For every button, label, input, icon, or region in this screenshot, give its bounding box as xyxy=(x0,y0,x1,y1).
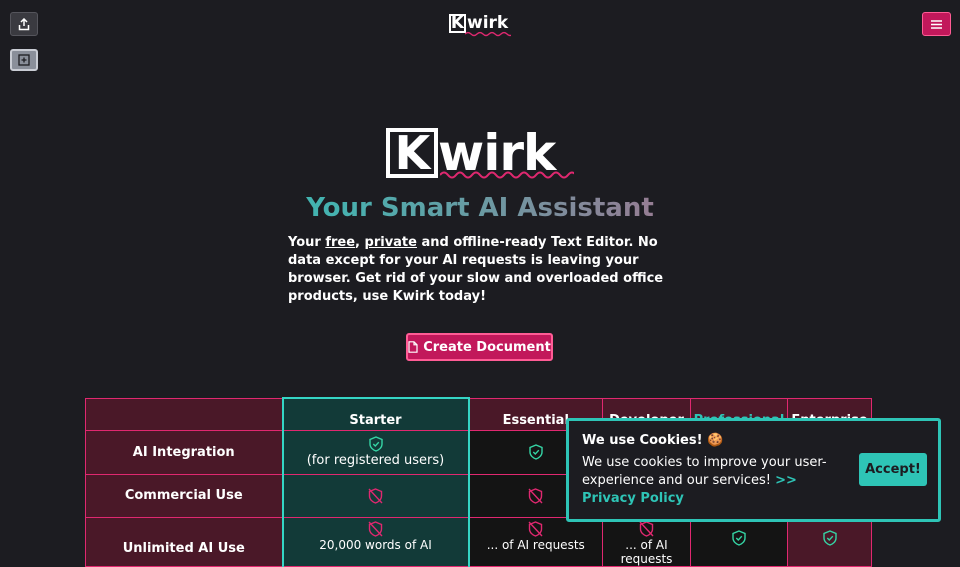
desc-text: Your xyxy=(288,235,326,250)
share-icon xyxy=(18,17,30,30)
add-panel-button[interactable] xyxy=(10,49,38,71)
starter-note: (for registered users) xyxy=(306,453,445,468)
shield-check-icon xyxy=(732,529,746,546)
shield-check-icon xyxy=(529,444,543,460)
row-label-ai-integration: AI Integration xyxy=(85,429,283,475)
create-document-button[interactable]: Create Document xyxy=(406,333,553,361)
developer-limit-note: ... of AI requests xyxy=(620,537,673,566)
accept-cookies-button[interactable]: Accept! xyxy=(859,453,927,486)
desc-text: , xyxy=(355,235,365,250)
header-logo[interactable]: K wirk xyxy=(449,12,511,37)
shield-check-icon xyxy=(822,529,837,546)
shield-off-icon xyxy=(368,520,383,537)
shield-check-icon xyxy=(368,436,383,452)
cell-professional-unlimited-ai-use xyxy=(690,516,788,567)
cookie-title: We use Cookies! 🍪 xyxy=(582,433,724,448)
hero-logo-squiggle-icon xyxy=(440,171,574,179)
table-row: Unlimited AI Use 20,000 words of AI ... … xyxy=(85,516,872,567)
logo-text: wirk xyxy=(467,13,509,33)
cookie-banner: We use Cookies! 🍪 We use cookies to impr… xyxy=(566,418,941,522)
cell-essential-unlimited-ai-use: ... of AI requests xyxy=(468,516,603,567)
shield-off-icon xyxy=(368,487,383,504)
logo-initial: K xyxy=(449,13,466,33)
cookie-text: We use cookies to improve your user-expe… xyxy=(582,454,844,508)
cell-enterprise-unlimited-ai-use xyxy=(787,516,872,567)
cell-starter-unlimited-ai-use: 20,000 words of AI xyxy=(281,516,470,567)
shield-off-icon xyxy=(639,520,654,537)
create-document-label: Create Document xyxy=(423,339,551,355)
cell-developer-unlimited-ai-use: ... of AI requests xyxy=(602,516,691,567)
row-label-unlimited-ai-use: Unlimited AI Use xyxy=(85,516,283,567)
hamburger-icon xyxy=(931,19,942,29)
hero-logo: K wirk xyxy=(386,124,574,182)
desc-private-link[interactable]: private xyxy=(365,235,417,250)
menu-button[interactable] xyxy=(922,12,951,36)
hero-description: Your free, private and offline-ready Tex… xyxy=(288,234,678,306)
row-label-commercial-use: Commercial Use xyxy=(85,473,283,518)
hero-title: Your Smart AI Assistant xyxy=(0,193,960,223)
hero-logo-initial: K xyxy=(386,126,438,180)
cell-starter-ai-integration: (for registered users) xyxy=(281,429,470,475)
table-corner xyxy=(85,397,283,431)
column-header-starter: Starter xyxy=(281,397,470,431)
shield-off-icon xyxy=(528,520,543,537)
cell-starter-commercial-use xyxy=(281,473,470,518)
logo-squiggle-icon xyxy=(465,31,511,37)
document-icon xyxy=(408,341,418,353)
add-panel-icon xyxy=(18,54,30,66)
shield-off-icon xyxy=(528,487,543,504)
share-button[interactable] xyxy=(10,12,38,36)
desc-free-link[interactable]: free xyxy=(325,235,355,250)
